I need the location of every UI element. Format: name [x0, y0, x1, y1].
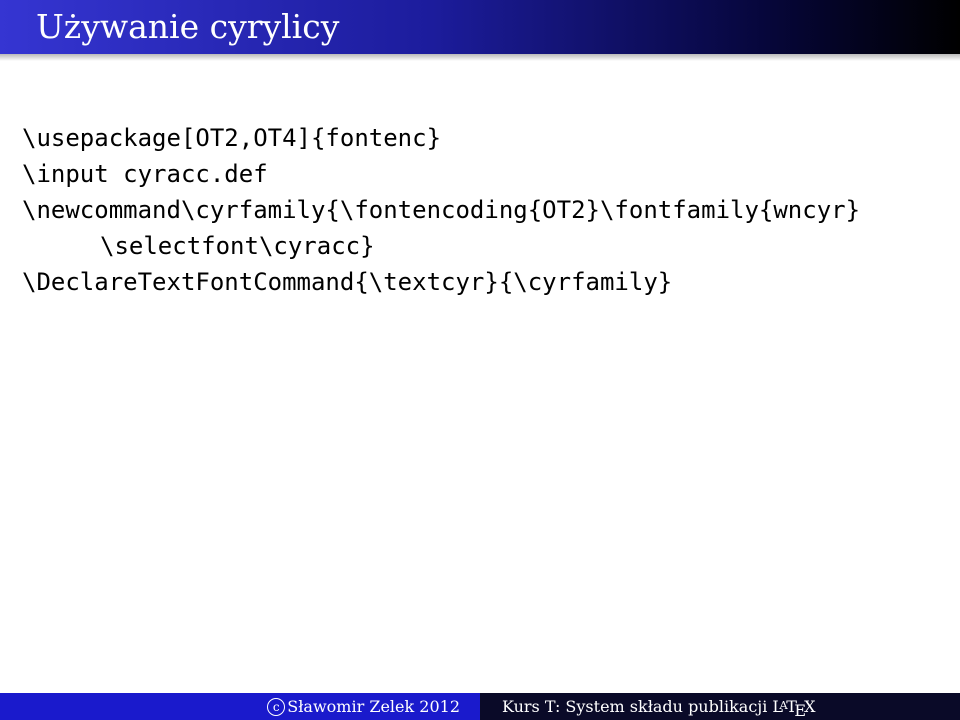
slide: Używanie cyrylicy \usepackage[OT2,OT4]{f…: [0, 0, 960, 720]
footer-author: Sławomir Zelek 2012: [287, 697, 460, 716]
slide-title: Używanie cyrylicy: [36, 7, 340, 46]
copyright-icon: c: [267, 697, 286, 716]
code-line-usepackage: \usepackage[OT2,OT4]{fontenc}: [22, 124, 442, 152]
footer-course: Kurs T: System składu publikacji: [502, 697, 768, 716]
footer-author-panel: c Sławomir Zelek 2012: [0, 693, 480, 720]
code-line-input: \input cyracc.def: [22, 160, 268, 188]
code-line-selectfont: \selectfont\cyracc}: [100, 232, 375, 260]
latex-logo: LATEX: [772, 697, 816, 720]
footer-course-panel: Kurs T: System składu publikacji LATEX: [480, 693, 960, 720]
code-line-newcommand: \newcommand\cyrfamily{\fontencoding{OT2}…: [22, 196, 861, 224]
footer: c Sławomir Zelek 2012 Kurs T: System skł…: [0, 693, 960, 720]
title-bar-shadow: [0, 54, 960, 61]
code-line-declaretextfontcommand: \DeclareTextFontCommand{\textcyr}{\cyrfa…: [22, 268, 673, 296]
code-block: \usepackage[OT2,OT4]{fontenc} \input cyr…: [22, 120, 942, 300]
